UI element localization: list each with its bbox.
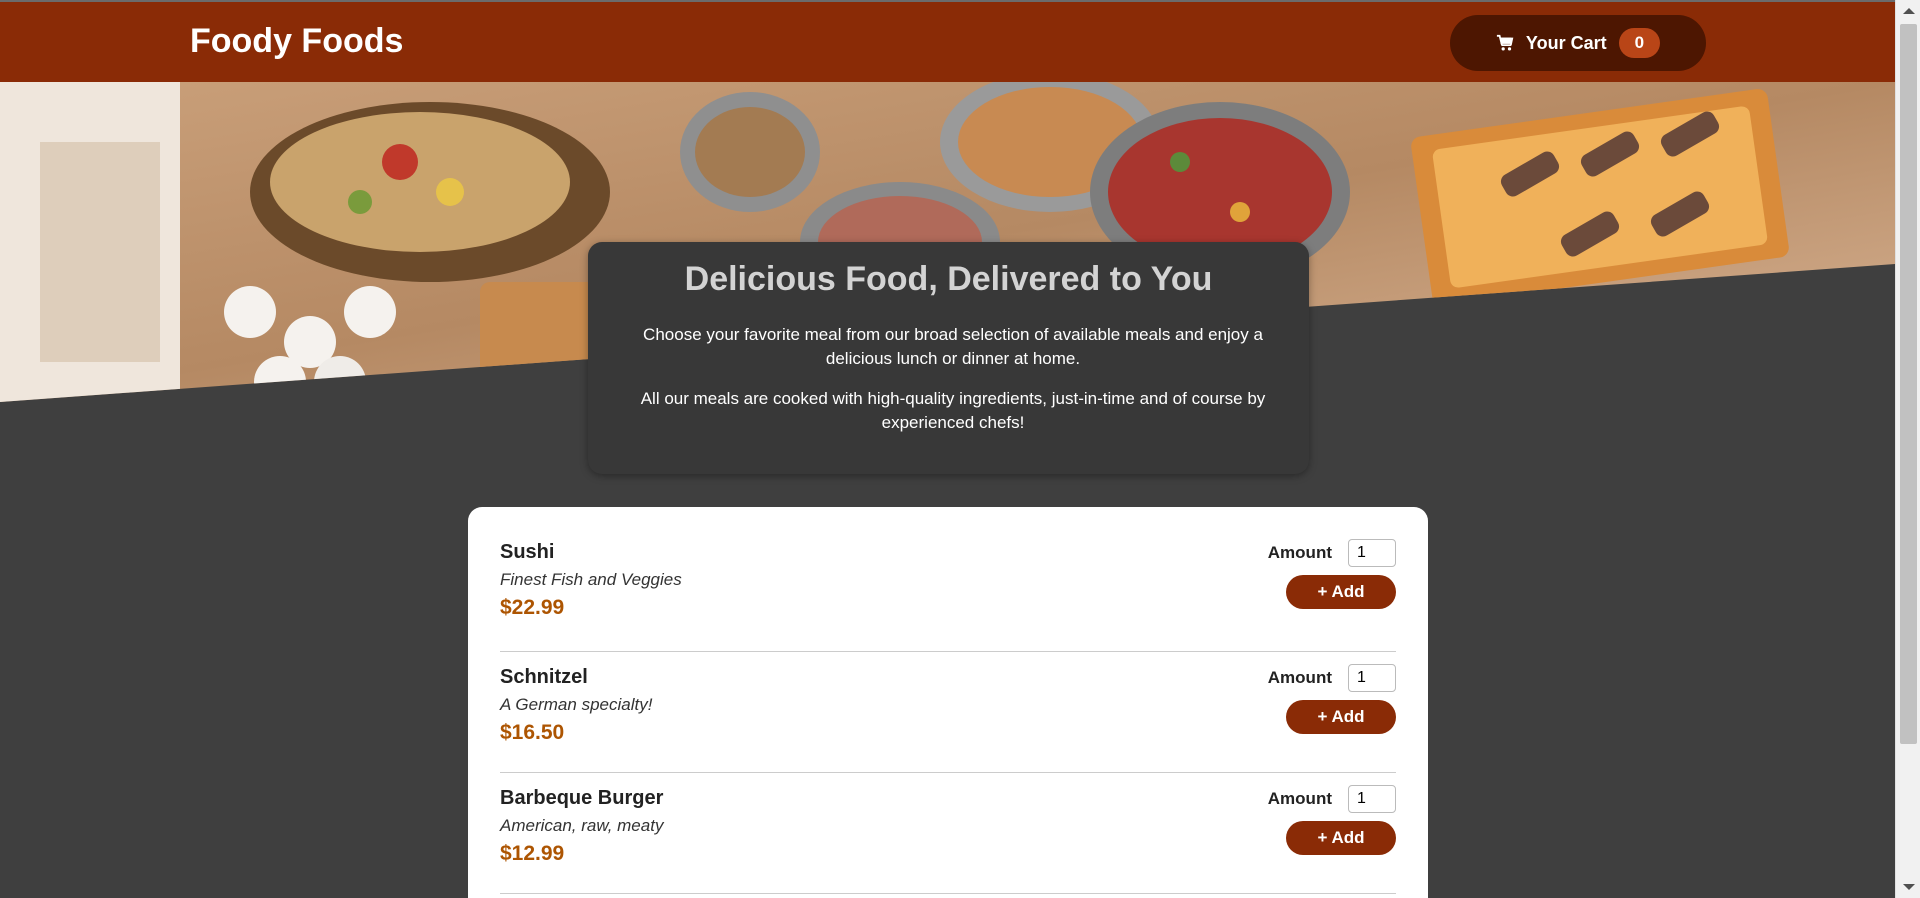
- page: Foody Foods Your Cart 0 Delicious Food, …: [0, 0, 1895, 898]
- amount-label: Amount: [1267, 543, 1332, 562]
- meal-item: Sushi Finest Fish and Veggies $22.99 Amo…: [500, 531, 1396, 652]
- add-to-cart-button[interactable]: + Add: [1286, 700, 1396, 734]
- meal-item: Schnitzel A German specialty! $16.50 Amo…: [500, 652, 1396, 773]
- cart-button[interactable]: Your Cart 0: [1450, 15, 1706, 71]
- scrollbar-thumb[interactable]: [1900, 24, 1917, 744]
- scroll-up-icon[interactable]: [1903, 8, 1915, 14]
- app-header: Foody Foods Your Cart 0: [0, 0, 1895, 82]
- scroll-down-icon[interactable]: [1903, 884, 1915, 890]
- summary-paragraph: Choose your favorite meal from our broad…: [643, 325, 1263, 368]
- amount-input[interactable]: [1348, 539, 1396, 567]
- meal-form: Amount + Add: [1246, 539, 1396, 619]
- cart-icon: [1496, 34, 1514, 51]
- add-to-cart-button[interactable]: + Add: [1286, 821, 1396, 855]
- meal-form: Amount + Add: [1246, 785, 1396, 865]
- meals-summary: Delicious Food, Delivered to You Choose …: [588, 242, 1309, 474]
- summary-paragraph: All our meals are cooked with high-quali…: [640, 389, 1266, 432]
- cart-label: Your Cart: [1525, 32, 1607, 53]
- meal-item: Barbeque Burger American, raw, meaty $12…: [500, 773, 1396, 894]
- amount-input[interactable]: [1348, 785, 1396, 813]
- amount-input[interactable]: [1348, 664, 1396, 692]
- cart-count-badge: 0: [1618, 28, 1661, 58]
- meal-form: Amount + Add: [1246, 664, 1396, 744]
- summary-title: Delicious Food, Delivered to You: [684, 260, 1213, 298]
- amount-label: Amount: [1267, 789, 1332, 808]
- meals-list: Sushi Finest Fish and Veggies $22.99 Amo…: [468, 507, 1428, 898]
- add-to-cart-button[interactable]: + Add: [1286, 575, 1396, 609]
- app-title: Foody Foods: [190, 22, 404, 60]
- amount-label: Amount: [1267, 668, 1332, 687]
- vertical-scrollbar[interactable]: [1895, 0, 1920, 898]
